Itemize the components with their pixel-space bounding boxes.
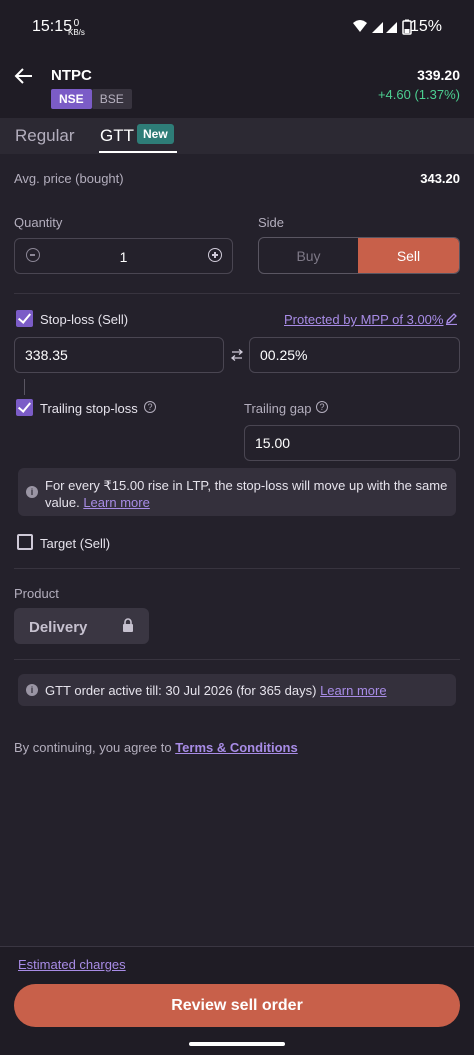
- price-change: +4.60 (1.37%): [377, 87, 460, 102]
- avg-price-value: 343.20: [420, 171, 460, 186]
- stoploss-price-value: 338.35: [25, 347, 68, 363]
- product-label: Product: [14, 586, 59, 601]
- tab-gtt[interactable]: GTT: [100, 126, 134, 146]
- avg-price-label: Avg. price (bought): [14, 171, 124, 186]
- side-label: Side: [258, 215, 285, 230]
- help-circle-icon[interactable]: ?: [144, 401, 156, 413]
- exchange-toggle[interactable]: NSE BSE: [51, 89, 132, 109]
- target-checkbox[interactable]: [17, 534, 33, 550]
- trailing-gap-value: 15.00: [255, 435, 291, 451]
- exchange-nse[interactable]: NSE: [51, 89, 92, 109]
- network-speed: 0 KB/s: [68, 18, 85, 37]
- help-circle-icon[interactable]: ?: [316, 401, 328, 413]
- product-value: Delivery: [29, 619, 88, 636]
- sell-button[interactable]: Sell: [358, 238, 459, 273]
- review-sell-order-button[interactable]: Review sell order: [14, 984, 460, 1027]
- edit-pencil-icon[interactable]: [445, 312, 458, 330]
- target-label: Target (Sell): [40, 536, 111, 551]
- last-traded-price: 339.20: [417, 67, 460, 83]
- wifi-signal-battery-icon: [353, 19, 412, 35]
- back-arrow-icon[interactable]: [14, 66, 34, 92]
- lock-icon: [122, 618, 134, 638]
- buy-button[interactable]: Buy: [259, 238, 358, 273]
- stoploss-label: Stop-loss (Sell): [40, 312, 129, 327]
- trailing-gap-input[interactable]: 15.00: [244, 425, 460, 461]
- tab-regular[interactable]: Regular: [15, 126, 75, 146]
- trailing-gap-label: Trailing gap: [244, 401, 312, 416]
- info-icon: i: [26, 486, 38, 498]
- plus-circle-icon[interactable]: [208, 248, 222, 262]
- terms-text: By continuing, you agree to Terms & Cond…: [14, 740, 298, 755]
- trailing-checkbox[interactable]: [16, 399, 33, 416]
- gtt-info-text: GTT order active till: 30 Jul 2026 (for …: [45, 683, 387, 698]
- trailing-info-text: For every ₹15.00 rise in LTP, the stop-l…: [45, 478, 448, 510]
- terms-link[interactable]: Terms & Conditions: [175, 740, 298, 755]
- divider: [14, 568, 460, 569]
- trailing-label: Trailing stop-loss: [40, 401, 138, 416]
- stoploss-checkbox[interactable]: [16, 310, 33, 327]
- info-icon: i: [26, 684, 38, 696]
- estimated-charges-link[interactable]: Estimated charges: [18, 957, 126, 972]
- stoploss-percent-input[interactable]: 00.25%: [249, 337, 460, 373]
- new-badge: New: [137, 124, 174, 144]
- trailing-learn-more-link[interactable]: Learn more: [83, 495, 149, 510]
- stoploss-percent-value: 00.25%: [260, 347, 308, 363]
- instrument-symbol: NTPC: [51, 67, 92, 84]
- connector-line: [24, 379, 25, 395]
- battery-percent: 15%: [409, 18, 442, 35]
- quantity-value[interactable]: 1: [14, 249, 233, 265]
- gtt-learn-more-link[interactable]: Learn more: [320, 683, 386, 698]
- quantity-label: Quantity: [14, 215, 63, 230]
- exchange-bse[interactable]: BSE: [91, 89, 132, 109]
- system-icons: [352, 19, 414, 40]
- home-indicator[interactable]: [189, 1042, 285, 1046]
- divider: [14, 293, 460, 294]
- active-tab-indicator: [99, 151, 177, 153]
- swap-arrows-icon[interactable]: [230, 348, 244, 367]
- mpp-link[interactable]: Protected by MPP of 3.00%: [284, 312, 443, 327]
- side-toggle[interactable]: Buy Sell: [258, 237, 460, 274]
- divider: [14, 659, 460, 660]
- status-time: 15:15: [32, 18, 73, 35]
- stoploss-price-input[interactable]: 338.35: [14, 337, 224, 373]
